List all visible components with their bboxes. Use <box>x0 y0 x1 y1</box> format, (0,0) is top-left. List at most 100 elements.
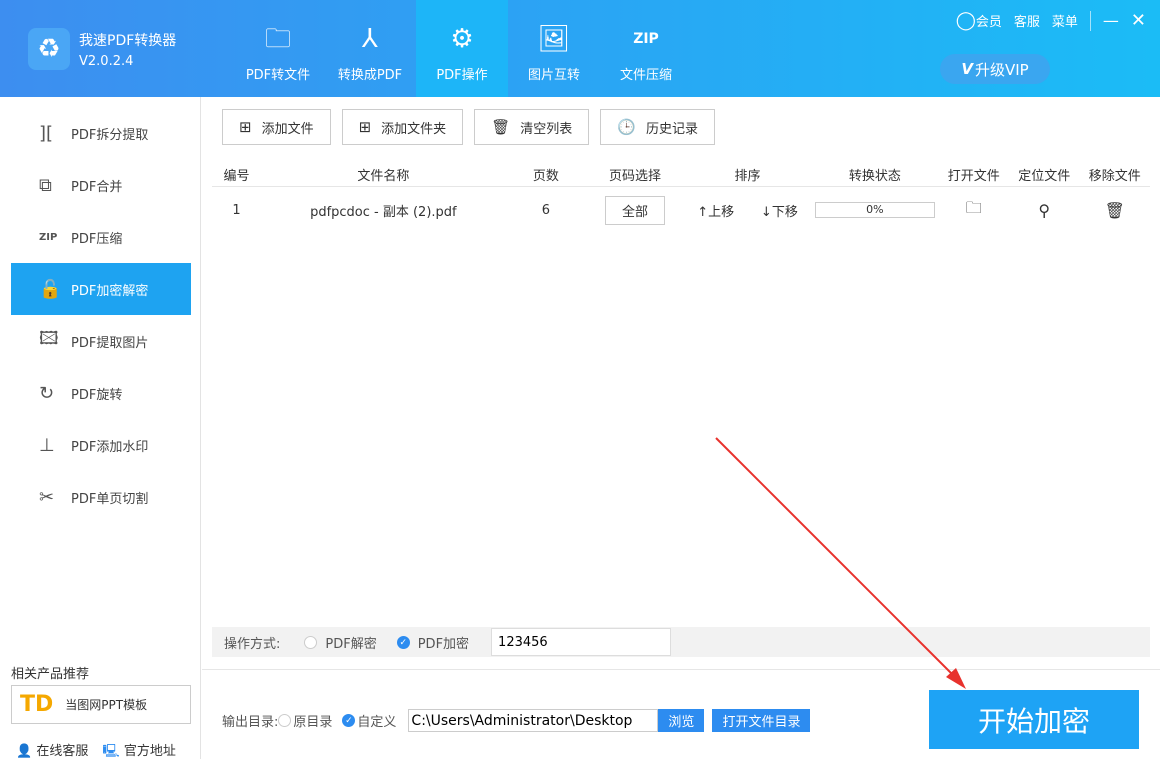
recommend-product[interactable]: TD 当图网PPT模板 <box>11 685 191 724</box>
sidebar-label: PDF压缩 <box>71 231 123 247</box>
recommend-title: 相关产品推荐 <box>11 667 90 682</box>
clock-icon: 🕒 <box>617 118 636 136</box>
history-button[interactable]: 🕒 历史记录 <box>600 109 715 145</box>
app-version: V2.0.2.4 <box>79 54 134 69</box>
service-button[interactable]: 客服 <box>1014 11 1040 30</box>
nav-image-convert[interactable]: 🖼 图片互转 <box>508 0 600 97</box>
sidebar-label: PDF提取图片 <box>71 335 149 351</box>
sidebar-label: PDF添加水印 <box>71 439 149 455</box>
split-icon: ][ <box>39 122 54 144</box>
cell-pages: 6 <box>541 202 551 218</box>
nav-compress[interactable]: ZIP 文件压缩 <box>600 0 692 97</box>
official-site-link[interactable]: 🖳 官方地址 <box>102 740 176 764</box>
member-label: 会员 <box>975 15 1002 30</box>
zip-icon: ZIP <box>39 231 58 243</box>
header: ♻ 我速PDF转换器 V2.0.2.4 🗀 PDF转文件 ⅄ 转换成PDF ⚙ PDF… <box>0 0 1160 97</box>
nav-to-pdf[interactable]: ⅄ 转换成PDF <box>324 0 416 97</box>
folder-plus-icon: ⊞ <box>358 118 372 136</box>
acrobat-icon: ⅄ <box>362 24 378 54</box>
col-header: 移除文件 <box>1088 169 1141 184</box>
lock-icon: 🔓 <box>39 278 62 300</box>
divider <box>1089 10 1091 31</box>
stamp-icon: ⊥ <box>39 434 55 456</box>
remove-file-icon[interactable]: 🗑 <box>1079 201 1150 220</box>
gear-icon: ⚙ <box>450 24 474 54</box>
output-label: 输出目录: <box>222 715 279 730</box>
menu-button[interactable]: 菜单 <box>1052 11 1078 30</box>
nav-pdf-ops[interactable]: ⚙ PDF操作 <box>416 0 508 97</box>
nav-label: PDF转文件 <box>245 68 311 83</box>
table-header: 编号 文件名称 页数 页码选择 排序 转换状态 打开文件 定位文件 移除文件 <box>212 163 1150 187</box>
td-logo-icon: TD <box>20 692 54 717</box>
open-file-icon[interactable]: 🗀 <box>938 197 1009 224</box>
trash-icon: 🗑 <box>491 118 511 136</box>
rotate-icon: ↻ <box>39 382 55 404</box>
vip-label: 升级VIP <box>974 60 1029 79</box>
original-dir-radio[interactable] <box>278 714 292 727</box>
plus-icon: ⊞ <box>239 118 252 136</box>
image-icon: 🖼 <box>537 24 571 54</box>
original-dir-label[interactable]: 原目录 <box>293 711 332 730</box>
button-label: 历史记录 <box>645 121 698 137</box>
recommend-label: 当图网PPT模板 <box>65 698 148 712</box>
output-directory-row: 输出目录: 原目录 ✓自定义 浏览 打开文件目录 <box>222 709 811 732</box>
file-table: 编号 文件名称 页数 页码选择 排序 转换状态 打开文件 定位文件 移除文件 1… <box>212 163 1150 233</box>
nav-pdf-to-file[interactable]: 🗀 PDF转文件 <box>232 0 324 97</box>
sidebar-item-merge[interactable]: ⧉ PDF合并 <box>11 159 191 211</box>
sidebar-item-extract-images[interactable]: 🖾 PDF提取图片 <box>11 315 191 367</box>
image-icon: 🖾 <box>39 328 59 349</box>
col-header: 文件名称 <box>357 169 410 184</box>
encrypt-radio[interactable]: ✓ <box>396 635 410 649</box>
password-input[interactable] <box>491 628 672 656</box>
merge-icon: ⧉ <box>39 174 52 196</box>
browse-button[interactable]: 浏览 <box>658 709 705 732</box>
sidebar-label: PDF加密解密 <box>71 283 149 299</box>
sidebar-item-rotate[interactable]: ↻ PDF旋转 <box>11 367 191 419</box>
app-logo: ♻ <box>28 28 70 70</box>
add-file-button[interactable]: ⊞ 添加文件 <box>222 109 331 145</box>
sidebar-label: PDF旋转 <box>71 387 123 403</box>
progress-bar: 0% <box>814 202 935 218</box>
sidebar-label: PDF单页切割 <box>71 491 149 507</box>
custom-dir-label[interactable]: 自定义 <box>357 711 396 730</box>
member-button[interactable]: ◯会员 <box>956 10 1002 31</box>
start-encrypt-button[interactable]: 开始加密 <box>929 690 1139 749</box>
sidebar-item-watermark[interactable]: ⊥ PDF添加水印 <box>11 419 191 471</box>
scissors-icon: ✂ <box>39 486 55 508</box>
nav-label: 文件压缩 <box>619 68 672 83</box>
col-header: 排序 <box>734 169 761 184</box>
decrypt-radio[interactable] <box>304 635 318 649</box>
open-directory-button[interactable]: 打开文件目录 <box>712 709 811 732</box>
link-label: 官方地址 <box>123 744 176 759</box>
add-folder-button[interactable]: ⊞ 添加文件夹 <box>341 109 464 145</box>
encrypt-label[interactable]: PDF加密 <box>418 633 469 652</box>
clear-list-button[interactable]: 🗑 清空列表 <box>474 109 590 145</box>
online-service-link[interactable]: 👤 在线客服 <box>16 740 88 764</box>
move-down-button[interactable]: ↓下移 <box>761 201 798 220</box>
button-label: 清空列表 <box>520 121 573 137</box>
user-icon: ◯ <box>955 10 976 31</box>
decrypt-label[interactable]: PDF解密 <box>325 633 376 652</box>
sidebar-item-split[interactable]: ][PDF拆分提取 <box>11 107 191 159</box>
operation-options: 操作方式: PDF解密 ✓ PDF加密 <box>212 627 1150 657</box>
output-path-input[interactable] <box>408 709 659 732</box>
col-header: 编号 <box>223 169 250 184</box>
close-icon[interactable]: ✕ <box>1131 10 1146 31</box>
minimize-icon[interactable]: — <box>1103 11 1119 30</box>
page-range-button[interactable]: 全部 <box>604 195 665 225</box>
locate-file-icon[interactable]: ⚲ <box>1009 201 1080 220</box>
folder-icon: 🗀 <box>264 24 291 54</box>
toolbar: ⊞ 添加文件 ⊞ 添加文件夹 🗑 清空列表 🕒 历史记录 <box>222 109 715 145</box>
upgrade-vip-button[interactable]: V 升级VIP <box>940 54 1050 84</box>
app-name: 我速PDF转换器 <box>79 33 177 49</box>
sidebar-item-encrypt[interactable]: 🔓 PDF加密解密 <box>11 263 191 315</box>
col-header: 页数 <box>532 169 559 184</box>
sidebar: ][PDF拆分提取 ⧉ PDF合并 ZIP PDF压缩 🔓 PDF加密解密 🖾 PDF提… <box>0 97 201 759</box>
nav-label: PDF操作 <box>436 68 488 83</box>
sidebar-item-cut[interactable]: ✂ PDF单页切割 <box>11 471 191 523</box>
sidebar-item-compress[interactable]: ZIP PDF压缩 <box>11 211 191 263</box>
custom-dir-radio[interactable]: ✓ <box>342 714 356 727</box>
table-row: 1 pdfpcdoc - 副本 (2).pdf 6 全部 ↑上移 ↓下移 0% 🗀… <box>212 187 1150 233</box>
col-header: 转换状态 <box>848 169 901 184</box>
move-up-button[interactable]: ↑上移 <box>697 201 734 220</box>
